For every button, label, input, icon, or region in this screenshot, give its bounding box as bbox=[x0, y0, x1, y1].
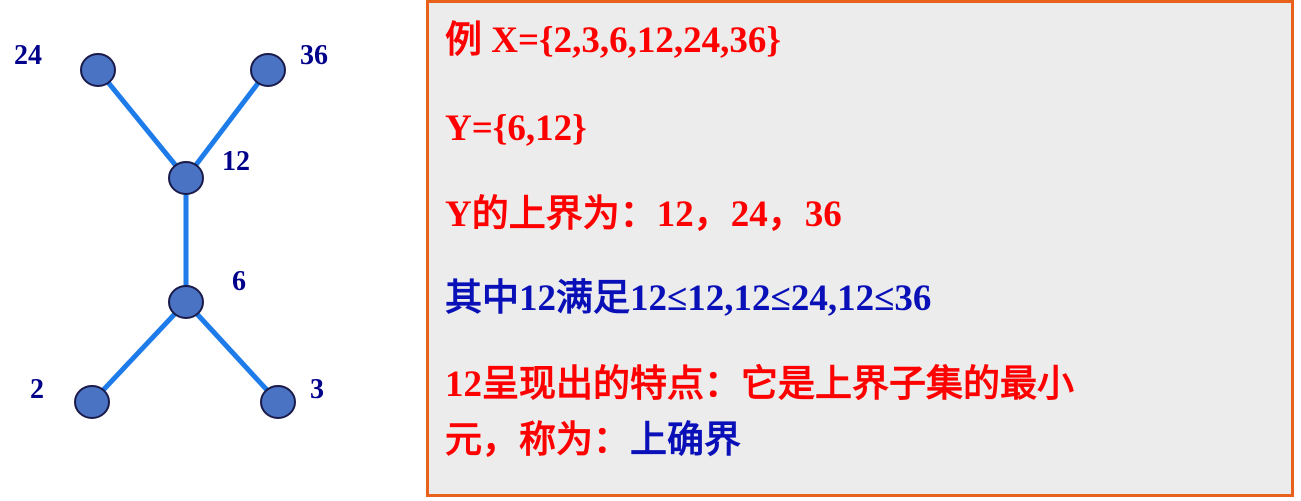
node-12 bbox=[168, 161, 204, 195]
node-label-2: 2 bbox=[30, 374, 44, 405]
node-label-3: 3 bbox=[310, 374, 324, 405]
supremum-line: 元，称为：上确界 bbox=[445, 420, 741, 462]
node-label-36: 36 bbox=[300, 40, 328, 71]
edge-6-3 bbox=[184, 300, 280, 404]
node-label-6: 6 bbox=[232, 266, 246, 297]
node-label-24: 24 bbox=[14, 40, 42, 71]
explanation-box: 例 X={2,3,6,12,24,36} Y={6,12} Y的上界为：12，2… bbox=[426, 0, 1294, 497]
feature-line: 12呈现出的特点：它是上界子集的最小 bbox=[445, 364, 1074, 405]
node-24 bbox=[80, 53, 116, 87]
condition-line: 其中12满足12≤12,12≤24,12≤36 bbox=[445, 278, 932, 319]
subset-y: Y={6,12} bbox=[445, 108, 587, 149]
edge-6-2 bbox=[90, 300, 188, 404]
edges-group bbox=[90, 68, 280, 404]
node-3 bbox=[260, 385, 296, 419]
edge-24-12 bbox=[96, 68, 188, 180]
node-36 bbox=[250, 53, 286, 87]
supremum-prefix: 元，称为： bbox=[445, 420, 630, 461]
node-2 bbox=[74, 385, 110, 419]
node-6 bbox=[168, 285, 204, 319]
hasse-diagram bbox=[74, 53, 296, 419]
supremum-term: 上确界 bbox=[630, 420, 741, 461]
upper-bounds-line: Y的上界为：12，24，36 bbox=[445, 194, 842, 235]
example-set-x: 例 X={2,3,6,12,24,36} bbox=[445, 20, 781, 61]
node-label-12: 12 bbox=[222, 146, 250, 177]
